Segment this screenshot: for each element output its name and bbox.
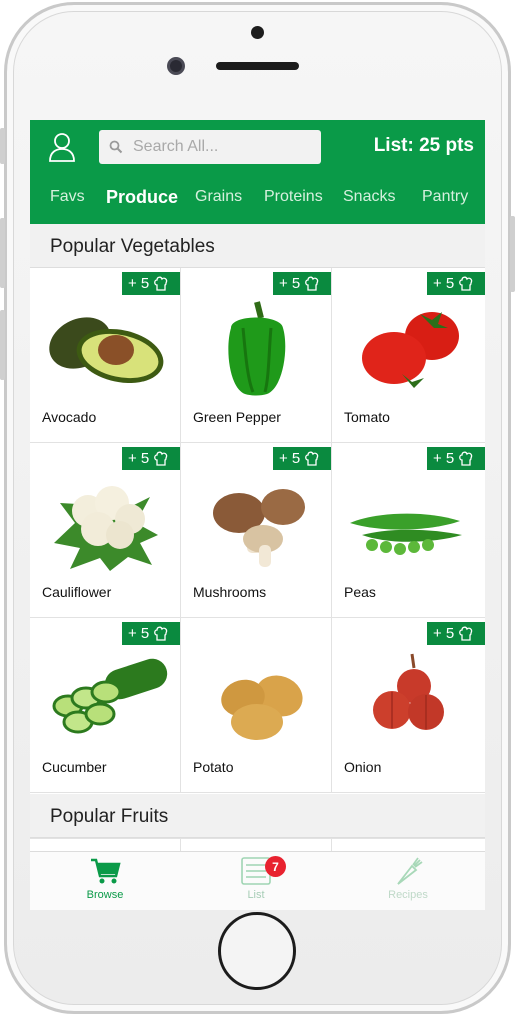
product-tile-potato[interactable]: Potato [181,618,332,793]
mushrooms-image [213,489,305,567]
points-badge: + 5 [427,447,485,470]
chef-hat-icon [305,276,319,291]
section-header-fruits: Popular Fruits [30,794,485,838]
tab-snacks[interactable]: Snacks [343,188,395,206]
earpiece-speaker [216,62,299,70]
chef-hat-icon [154,626,168,641]
chef-hat-icon [459,626,473,641]
product-tile-tomato[interactable]: + 5 Tomato [332,268,485,443]
product-tile-mushrooms[interactable]: + 5 Mushrooms [181,443,332,618]
product-tile-avocado[interactable]: + 5 Avocado [30,268,181,443]
potato-image [221,675,303,740]
category-tabs: Favs Produce Grains Proteins Snacks Pant… [30,176,485,220]
front-camera [167,57,185,75]
product-name: Avocado [42,409,97,425]
points-badge: + 5 [427,622,485,645]
product-name: Potato [193,759,234,775]
volume-up-button [0,218,5,288]
tab-favs[interactable]: Favs [50,188,85,206]
product-tile-peas[interactable]: + 5 Peas [332,443,485,618]
tabbar-browse[interactable]: Browse [55,856,155,901]
proximity-sensor [251,26,264,39]
product-name: Cucumber [42,759,107,775]
points-badge: + 5 [427,272,485,295]
bottom-tab-bar: Browse List 7 Recipes [30,851,485,910]
product-name: Green Pepper [193,409,281,425]
tabbar-label: List [247,889,265,901]
chef-hat-icon [154,276,168,291]
product-name: Peas [344,584,376,600]
tab-pantry[interactable]: Pantry [422,188,468,206]
mute-switch [0,128,5,164]
tab-produce[interactable]: Produce [106,187,178,208]
carrot-icon [397,857,423,885]
home-button[interactable] [218,912,296,990]
power-button [510,216,515,292]
green-pepper-image [228,301,286,396]
product-name: Tomato [344,409,390,425]
section-title: Popular Vegetables [50,236,215,257]
chef-hat-icon [459,276,473,291]
tomato-image [362,312,459,388]
app-header: Search All... List: 25 pts Favs Produce … [30,120,485,224]
search-icon [109,140,123,154]
product-tile-cucumber[interactable]: + 5 Cucumber [30,618,181,793]
product-name: Mushrooms [193,584,267,600]
list-count-badge: 7 [265,856,286,877]
list-points-label[interactable]: List: 25 pts [374,135,474,157]
product-name: Cauliflower [42,584,112,600]
product-tile-green-pepper[interactable]: + 5 Green Pepper [181,268,332,443]
cucumber-image [52,658,168,734]
points-badge: + 5 [273,272,331,295]
tab-grains[interactable]: Grains [195,188,242,206]
section-title: Popular Fruits [50,806,169,827]
chef-hat-icon [459,451,473,466]
points-badge: + 5 [122,622,180,645]
cauliflower-image [54,486,158,571]
product-name: Onion [344,759,382,775]
points-badge: + 5 [122,272,180,295]
points-badge: + 5 [273,447,331,470]
points-badge: + 5 [122,447,180,470]
tabbar-recipes[interactable]: Recipes [358,856,458,901]
search-input[interactable]: Search All... [99,130,321,164]
product-tile-cauliflower[interactable]: + 5 Cauliflower [30,443,181,618]
chef-hat-icon [154,451,168,466]
section-header-vegetables: Popular Vegetables [30,224,485,268]
cart-icon [91,858,121,884]
peas-image [350,513,462,555]
avocado-image [49,317,164,384]
tabbar-label: Browse [86,889,124,901]
volume-down-button [0,310,5,380]
tabbar-list[interactable]: List [206,856,306,901]
app-screen: Search All... List: 25 pts Favs Produce … [30,120,485,910]
tab-proteins[interactable]: Proteins [264,188,323,206]
search-placeholder: Search All... [133,138,219,155]
product-tile-onion[interactable]: + 5 Onion [332,618,485,793]
profile-icon[interactable] [48,132,76,162]
fruits-row-preview [30,838,485,852]
onion-image [373,653,444,730]
tabbar-label: Recipes [388,889,428,901]
chef-hat-icon [305,451,319,466]
